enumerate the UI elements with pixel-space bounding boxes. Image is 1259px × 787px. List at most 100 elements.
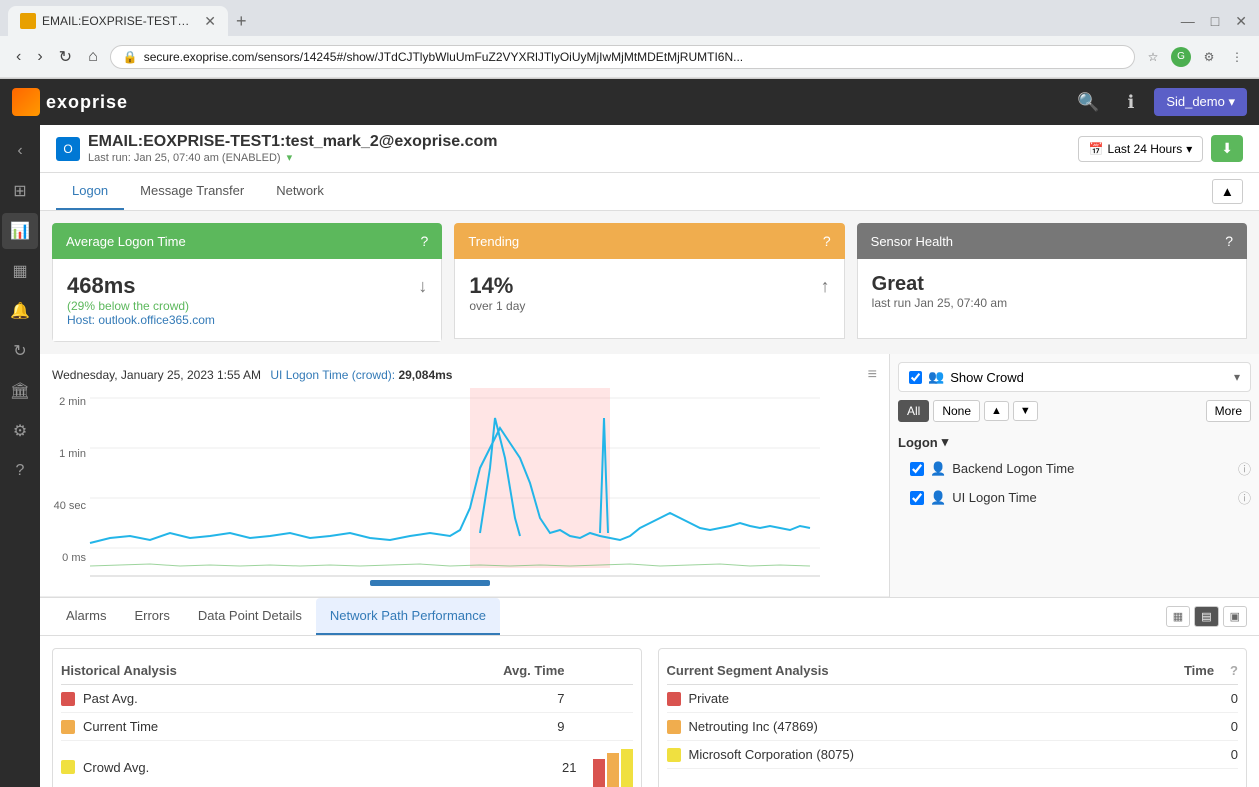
filter-down-button[interactable]: ▼ — [1013, 401, 1038, 421]
tab-close-button[interactable]: ✕ — [204, 13, 216, 30]
segment-analysis-table: Current Segment Analysis Time ? Private … — [658, 648, 1248, 787]
segment-row-0-color — [667, 692, 681, 706]
sidebar-item-building[interactable]: 🏛 — [2, 373, 38, 409]
legend-item-1-label: UI Logon Time — [952, 490, 1232, 505]
avg-logon-link[interactable]: Host: outlook.office365.com — [67, 313, 427, 327]
avg-logon-info-icon[interactable]: ? — [421, 233, 429, 249]
avg-logon-title: Average Logon Time — [66, 234, 186, 249]
trending-sub: over 1 day — [469, 299, 829, 313]
download-button[interactable]: ⬇ — [1211, 135, 1243, 162]
legend-item-1-checkbox[interactable] — [910, 491, 924, 505]
sensor-meta: Last run: Jan 25, 07:40 am (ENABLED) ▾ — [88, 151, 498, 164]
browser-toolbar-icons: ☆ G ⚙ ⋮ — [1143, 47, 1247, 67]
filter-row: All None ▲ ▼ More — [898, 400, 1251, 422]
tab-network[interactable]: Network — [260, 173, 340, 210]
time-range-button[interactable]: 📅 Last 24 Hours ▾ — [1078, 136, 1204, 162]
y-label-40sec: 40 sec — [44, 500, 86, 512]
sidebar-item-grid2[interactable]: ▦ — [2, 253, 38, 289]
segment-row-0-value: 0 — [1208, 691, 1238, 706]
filter-none-button[interactable]: None — [933, 400, 980, 422]
legend-group-header: Logon ▾ — [898, 430, 1251, 454]
extensions-icon[interactable]: ⚙ — [1199, 47, 1219, 67]
historical-row-2-value: 21 — [547, 760, 577, 775]
collapse-button[interactable]: ▲ — [1212, 179, 1243, 204]
filter-up-button[interactable]: ▲ — [984, 401, 1009, 421]
historical-row-1-color — [61, 720, 75, 734]
close-icon[interactable]: ✕ — [1235, 13, 1247, 30]
legend-group-label: Logon — [898, 435, 938, 450]
logo-text: exoprise — [46, 92, 128, 113]
sidebar-item-refresh[interactable]: ↻ — [2, 333, 38, 369]
show-crowd-label: Show Crowd — [950, 370, 1234, 385]
chart-series-value: 29,084ms — [398, 368, 452, 382]
legend-item-0-info-icon[interactable]: ⓘ — [1238, 459, 1251, 478]
sensor-health-header: Sensor Health ? — [857, 223, 1247, 259]
filter-more-button[interactable]: More — [1206, 400, 1251, 422]
info-button[interactable]: ℹ — [1119, 88, 1142, 117]
chart-svg — [90, 388, 820, 588]
legend-group-dropdown[interactable]: ▾ — [942, 434, 949, 450]
chart-container: Wednesday, January 25, 2023 1:55 AM UI L… — [40, 354, 889, 597]
main-tab-nav: Logon Message Transfer Network ▲ — [40, 173, 1259, 211]
show-crowd-checkbox[interactable] — [909, 371, 922, 384]
tab-bar: EMAIL:EOXPRISE-TEST1:test_mar... ✕ + — □… — [0, 0, 1259, 36]
segment-info-icon[interactable]: ? — [1230, 663, 1238, 678]
logo: exoprise — [12, 88, 128, 116]
bookmark-icon[interactable]: ☆ — [1143, 47, 1163, 67]
historical-bar-chart — [593, 747, 633, 787]
home-button[interactable]: ⌂ — [84, 44, 102, 70]
back-button[interactable]: ‹ — [12, 44, 25, 70]
filter-all-button[interactable]: All — [898, 400, 929, 422]
legend-item-0-checkbox[interactable] — [910, 462, 924, 476]
dropdown-arrow[interactable]: ▾ — [287, 151, 293, 164]
sidebar-item-settings[interactable]: ⚙ — [2, 413, 38, 449]
search-button[interactable]: 🔍 — [1069, 88, 1107, 117]
view-button-0[interactable]: ▦ — [1166, 606, 1190, 627]
active-tab[interactable]: EMAIL:EOXPRISE-TEST1:test_mar... ✕ — [8, 6, 228, 36]
view-button-2[interactable]: ▣ — [1223, 606, 1247, 627]
sidebar-item-back[interactable]: ‹ — [2, 133, 38, 169]
show-crowd-dropdown-arrow[interactable]: ▾ — [1234, 370, 1240, 384]
legend-item-1-info-icon[interactable]: ⓘ — [1238, 488, 1251, 507]
chart-menu-button[interactable]: ≡ — [868, 366, 877, 384]
sidebar-item-bell[interactable]: 🔔 — [2, 293, 38, 329]
trending-info-icon[interactable]: ? — [823, 233, 831, 249]
avg-logon-trend-icon: ↓ — [418, 276, 427, 297]
reload-button[interactable]: ↻ — [55, 43, 76, 71]
segment-row-0-label: Private — [689, 691, 1201, 706]
user-menu-button[interactable]: Sid_demo ▾ — [1154, 88, 1247, 116]
y-label-0ms: 0 ms — [44, 552, 86, 564]
sidebar-item-grid[interactable]: ⊞ — [2, 173, 38, 209]
segment-row-2-value: 0 — [1208, 747, 1238, 762]
sidebar-item-chart[interactable]: 📊 — [2, 213, 38, 249]
avg-logon-sub: (29% below the crowd) — [67, 299, 427, 313]
address-bar: ‹ › ↻ ⌂ 🔒 secure.exoprise.com/sensors/14… — [0, 36, 1259, 78]
view-button-1[interactable]: ▤ — [1194, 606, 1218, 627]
legend-item-0-person-icon: 👤 — [930, 461, 946, 477]
trending-trend-icon: ↑ — [821, 276, 830, 297]
bar-current — [607, 753, 619, 787]
legend-item-1-person-icon: 👤 — [930, 490, 946, 506]
bottom-tab-alarms[interactable]: Alarms — [52, 598, 120, 635]
tab-logon[interactable]: Logon — [56, 173, 124, 210]
legend-item-1: 👤 UI Logon Time ⓘ — [898, 483, 1251, 512]
bar-crowd-avg — [621, 749, 633, 787]
new-tab-button[interactable]: + — [236, 11, 247, 32]
bottom-tab-data-point[interactable]: Data Point Details — [184, 598, 316, 635]
historical-row-1: Current Time 9 — [61, 713, 633, 741]
tab-message-transfer[interactable]: Message Transfer — [124, 173, 260, 210]
profile-icon[interactable]: G — [1171, 47, 1191, 67]
minimize-icon[interactable]: — — [1181, 13, 1195, 30]
bottom-tab-network-path[interactable]: Network Path Performance — [316, 598, 500, 635]
forward-button[interactable]: › — [33, 44, 46, 70]
url-bar[interactable]: 🔒 secure.exoprise.com/sensors/14245#/sho… — [110, 45, 1135, 69]
menu-icon[interactable]: ⋮ — [1227, 47, 1247, 67]
bottom-tab-errors[interactable]: Errors — [120, 598, 183, 635]
sidebar-item-help[interactable]: ? — [2, 453, 38, 489]
window-controls: — □ ✕ — [1181, 13, 1259, 30]
main-layout: ‹ ⊞ 📊 ▦ 🔔 ↻ 🏛 ⚙ ? O EMAIL:EOXPRISE-TEST1… — [0, 125, 1259, 787]
maximize-icon[interactable]: □ — [1211, 13, 1219, 30]
app-header: exoprise 🔍 ℹ Sid_demo ▾ — [0, 79, 1259, 125]
sensor-health-info-icon[interactable]: ? — [1225, 233, 1233, 249]
segment-row-2-label: Microsoft Corporation (8075) — [689, 747, 1201, 762]
